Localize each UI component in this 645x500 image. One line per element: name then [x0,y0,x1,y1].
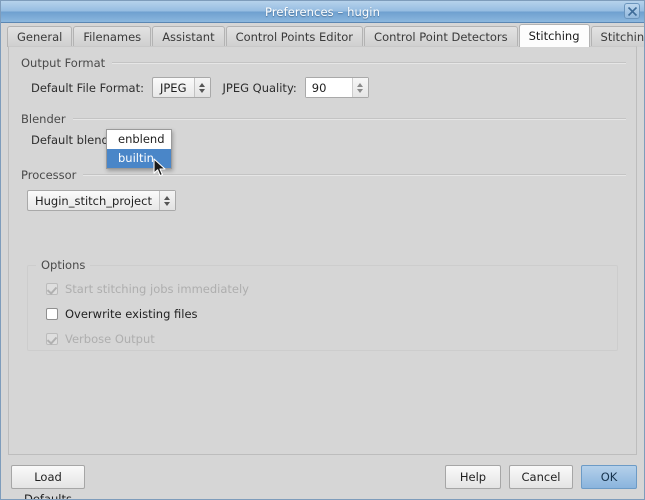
window-title: Preferences – hugin [265,4,380,19]
jpeg-quality-label: JPEG Quality: [222,80,297,95]
chevron-down-icon [164,201,171,206]
tab-stitching-2[interactable]: Stitching (2) [590,26,644,47]
section-label-blender: Blender [21,112,66,126]
checkbox-row-verbose-output[interactable]: Verbose Output [46,332,155,346]
processor-combo[interactable]: Hugin_stitch_project [27,190,176,211]
title-bar: Preferences – hugin [1,1,644,23]
ok-button[interactable]: OK [581,465,637,489]
default-file-format-value: JPEG [159,80,187,95]
preferences-window: Preferences – hugin General Filenames As… [0,0,645,500]
section-label-output-format: Output Format [21,56,106,70]
tab-bar: General Filenames Assistant Control Poin… [1,23,644,47]
chevron-down-icon [199,88,205,93]
section-label-processor: Processor [21,168,77,182]
checkbox-label-overwrite-existing-files: Overwrite existing files [65,307,198,321]
chevron-updown-icon[interactable] [158,191,175,210]
dropdown-option-builtin[interactable]: builtin [107,149,171,168]
options-group-title: Options [36,258,91,272]
default-file-format-label: Default File Format: [31,80,144,95]
default-blender-dropdown-popup[interactable]: enblend builtin [106,129,172,169]
load-defaults-button[interactable]: Load Defaults [11,465,85,499]
tab-control-point-detectors[interactable]: Control Point Detectors [364,26,518,47]
tab-general[interactable]: General [7,26,73,47]
checkbox-row-start-stitching[interactable]: Start stitching jobs immediately [46,282,249,296]
checkbox-overwrite-existing-files[interactable] [46,308,58,320]
options-groupbox: Options Start stitching jobs immediately… [27,258,618,351]
cancel-button[interactable]: Cancel [509,465,573,489]
spinner-down-icon[interactable] [357,88,364,93]
chevron-up-icon [164,195,171,200]
checkbox-start-stitching-immediately [46,283,58,295]
stitching-panel: Output Format Default File Format: JPEG … [8,46,637,455]
section-rule [72,118,626,120]
default-file-format-row: Default File Format: JPEG JPEG Quality: … [31,77,369,98]
processor-value: Hugin_stitch_project [35,193,152,208]
dropdown-option-enblend[interactable]: enblend [107,130,171,149]
spinner-arrows-icon[interactable] [351,78,368,97]
jpeg-quality-value[interactable]: 90 [305,78,352,97]
checkbox-row-overwrite-existing-files[interactable]: Overwrite existing files [46,307,198,321]
section-header-output-format: Output Format [21,56,626,70]
section-rule [83,174,626,176]
tab-control-points-editor[interactable]: Control Points Editor [225,26,364,47]
tab-filenames[interactable]: Filenames [73,26,152,47]
chevron-updown-icon[interactable] [193,78,210,97]
checkbox-label-verbose-output: Verbose Output [65,332,155,346]
section-header-processor: Processor [21,168,626,182]
tab-stitching[interactable]: Stitching [518,24,590,47]
default-file-format-combo[interactable]: JPEG [151,77,211,98]
close-icon[interactable] [624,3,640,19]
jpeg-quality-spinbox[interactable]: 90 [304,77,369,98]
checkbox-verbose-output [46,333,58,345]
processor-row: Hugin_stitch_project [27,190,176,211]
section-rule [112,62,626,64]
spinner-up-icon[interactable] [357,82,364,87]
help-button[interactable]: Help [445,465,501,489]
dialog-button-bar: Load Defaults Help Cancel OK [1,455,644,499]
chevron-up-icon [199,82,205,87]
checkbox-label-start-stitching-immediately: Start stitching jobs immediately [65,282,249,296]
tab-assistant[interactable]: Assistant [152,26,225,47]
section-header-blender: Blender [21,112,626,126]
